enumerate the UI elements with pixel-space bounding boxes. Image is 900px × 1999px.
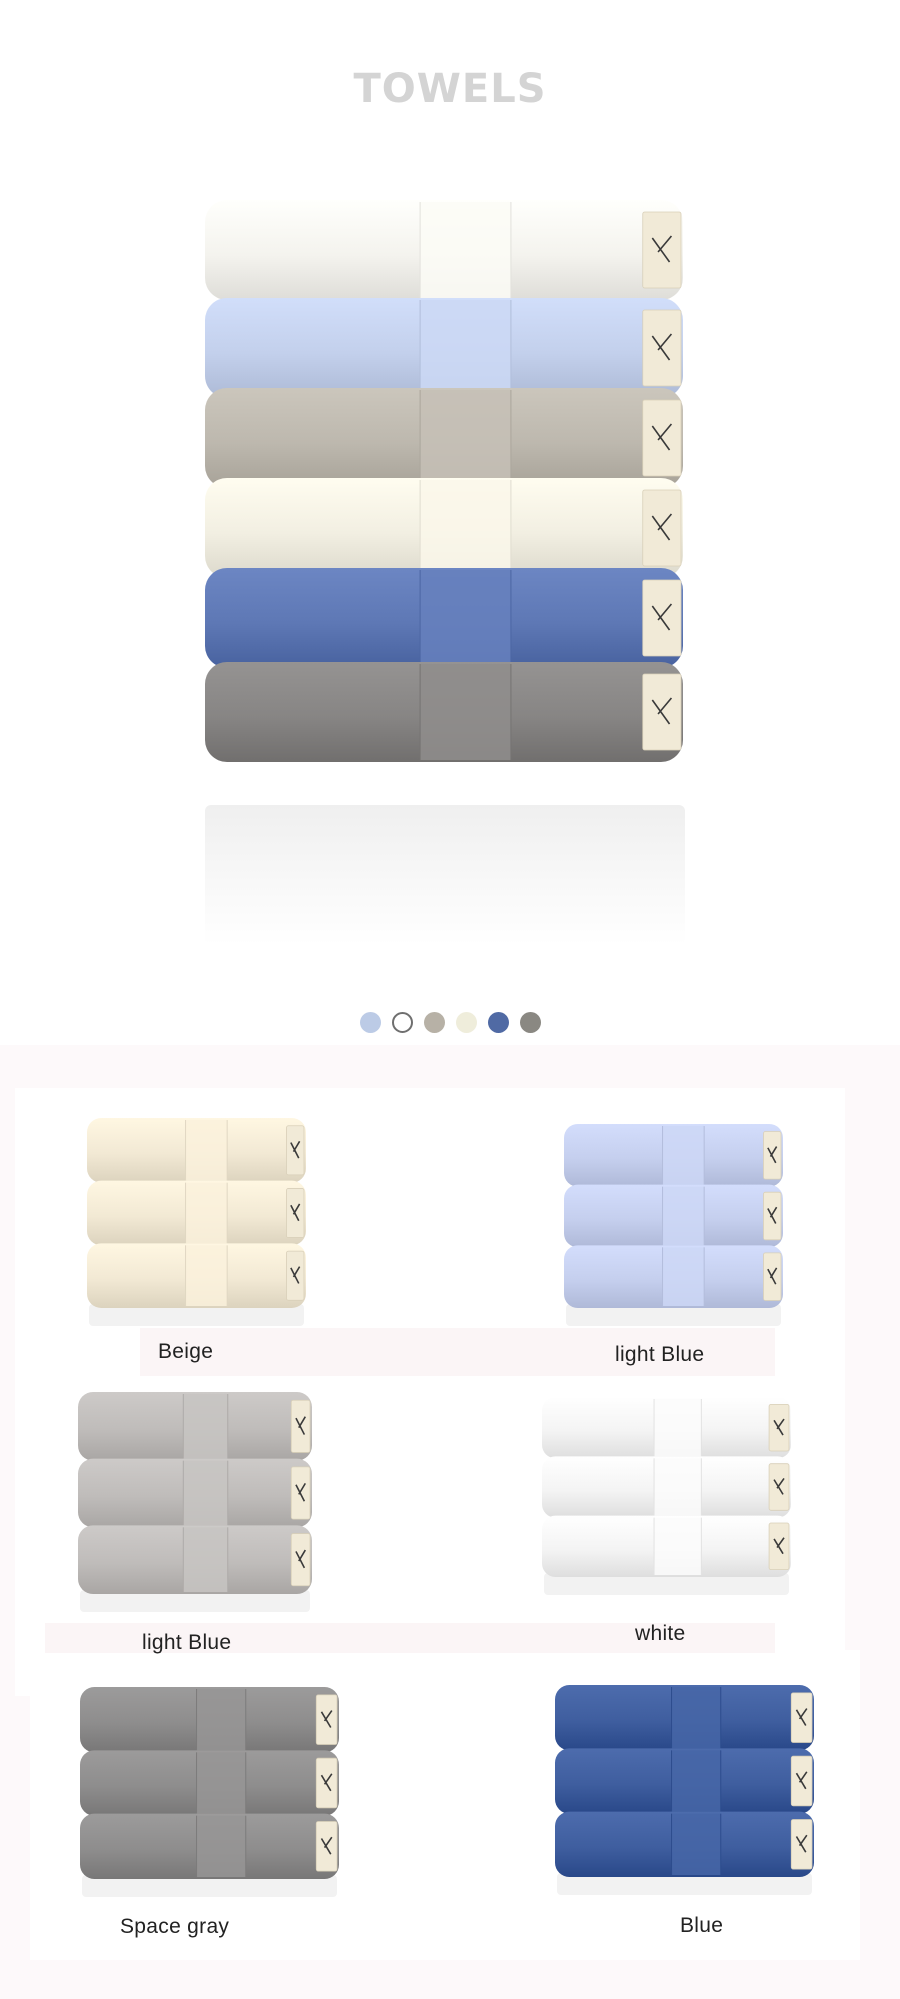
- variant-item[interactable]: [553, 1685, 818, 1897]
- color-swatch-white[interactable]: [391, 1012, 413, 1033]
- brand-tag-icon: [768, 1522, 790, 1571]
- brand-tag-icon: [642, 211, 682, 289]
- towel: [78, 1525, 312, 1594]
- hero-section: TOWELS: [0, 0, 900, 1045]
- brand-tag-icon: [763, 1252, 782, 1301]
- brand-tag-icon: [642, 489, 682, 567]
- variant-item[interactable]: [76, 1392, 316, 1614]
- page-title: TOWELS: [353, 66, 547, 112]
- brand-tag-icon: [290, 1399, 311, 1453]
- variant-item[interactable]: [562, 1124, 787, 1328]
- variant-label: light Blue: [615, 1343, 705, 1366]
- color-swatch-navy[interactable]: [487, 1012, 509, 1033]
- towel: [555, 1748, 814, 1814]
- brand-tag-icon: [290, 1533, 311, 1587]
- variant-item[interactable]: [540, 1397, 795, 1597]
- brand-tag-icon: [768, 1463, 790, 1511]
- towel: [564, 1245, 783, 1308]
- brand-tag-icon: [763, 1191, 782, 1241]
- variant-label: white: [635, 1622, 686, 1645]
- towel: [205, 200, 683, 300]
- towel: [555, 1811, 814, 1877]
- towel: [80, 1813, 339, 1879]
- towel: [87, 1118, 306, 1183]
- variant-label: Blue: [680, 1914, 724, 1937]
- brand-tag-icon: [790, 1755, 813, 1807]
- variant-label: light Blue: [142, 1631, 232, 1654]
- towel-stack-image: [555, 1685, 814, 1895]
- hero-towel-stack-image: [205, 200, 683, 762]
- towel-stack-image: [87, 1118, 306, 1326]
- towel-stack-image: [564, 1124, 783, 1326]
- towel: [205, 478, 683, 578]
- towel-stack-image: [542, 1397, 791, 1595]
- brand-tag-icon: [642, 579, 682, 657]
- towel: [80, 1750, 339, 1816]
- towel: [205, 388, 683, 488]
- towel: [542, 1397, 791, 1459]
- variant-label: Space gray: [120, 1915, 230, 1938]
- variant-item[interactable]: [85, 1118, 310, 1328]
- towel: [87, 1180, 306, 1246]
- towel: [78, 1392, 312, 1461]
- variant-grid: Beige light Blue light Blue white Space …: [0, 1045, 900, 1999]
- color-swatch-gray[interactable]: [519, 1012, 541, 1033]
- towel: [555, 1685, 814, 1751]
- brand-tag-icon: [790, 1692, 813, 1743]
- brand-tag-icon: [290, 1466, 311, 1520]
- towel: [205, 662, 683, 762]
- brand-tag-icon: [286, 1250, 305, 1301]
- brand-tag-icon: [315, 1757, 338, 1809]
- towel: [87, 1243, 306, 1308]
- towel-stack-image: [80, 1687, 339, 1897]
- towel: [564, 1184, 783, 1248]
- variant-label: Beige: [158, 1340, 214, 1363]
- color-swatch-cream[interactable]: [455, 1012, 477, 1033]
- brand-tag-icon: [642, 309, 682, 387]
- color-swatch-taupe[interactable]: [423, 1012, 445, 1033]
- towel: [205, 568, 683, 668]
- towel: [542, 1456, 791, 1518]
- towel-stack-reflection: [205, 805, 685, 945]
- brand-tag-icon: [790, 1819, 813, 1870]
- brand-tag-icon: [642, 399, 682, 477]
- towel: [80, 1687, 339, 1753]
- towel: [78, 1458, 312, 1528]
- towel: [564, 1124, 783, 1187]
- brand-tag-icon: [768, 1403, 790, 1452]
- towel-stack-image: [78, 1392, 312, 1612]
- brand-tag-icon: [315, 1821, 338, 1872]
- towel: [542, 1515, 791, 1577]
- brand-tag-icon: [315, 1694, 338, 1745]
- brand-tag-icon: [286, 1188, 305, 1238]
- brand-tag-icon: [763, 1131, 782, 1180]
- variant-item[interactable]: [78, 1687, 343, 1899]
- brand-tag-icon: [286, 1125, 305, 1176]
- towel: [205, 298, 683, 398]
- color-swatch-light-blue[interactable]: [359, 1012, 381, 1033]
- brand-tag-icon: [642, 673, 682, 751]
- color-swatch-row: [0, 1012, 900, 1033]
